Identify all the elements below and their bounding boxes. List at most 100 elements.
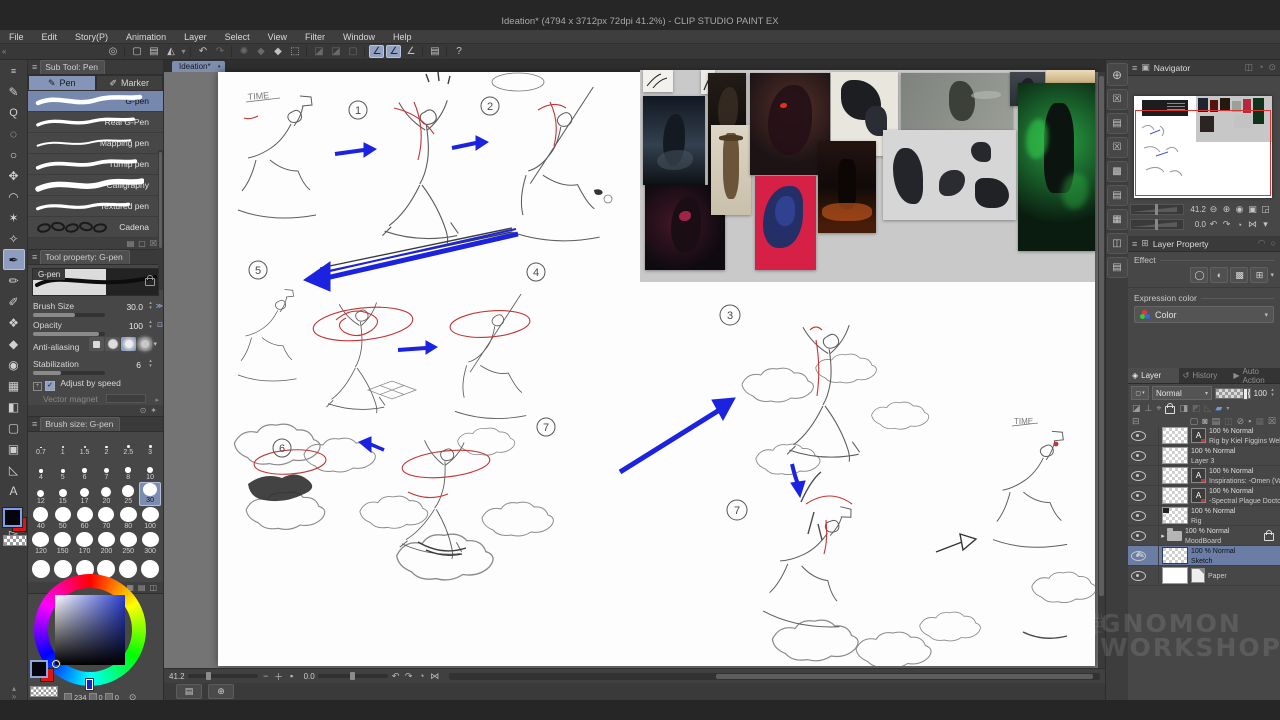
rotate-reset-icon[interactable]: ◔	[417, 671, 427, 681]
panel-menu-icon[interactable]: ≡	[32, 252, 37, 262]
canvas-horizontal-scrollbar[interactable]	[449, 673, 1100, 680]
pen-tool-icon[interactable]: ✒	[3, 249, 25, 270]
undo-icon[interactable]: ↶	[195, 45, 210, 58]
text-tool-icon[interactable]: A	[3, 480, 25, 501]
brush-item-cadena[interactable]: Cadena	[28, 217, 163, 238]
frame-tool-icon[interactable]: ▣	[3, 438, 25, 459]
tab-close-icon[interactable]: •	[218, 62, 221, 71]
vector-magnet-expand-icon[interactable]: ▸	[155, 396, 159, 404]
brush-size-cell[interactable]: 200	[96, 532, 118, 556]
sv-indicator[interactable]	[52, 660, 60, 668]
brush-size-cell[interactable]: 2.5	[117, 433, 139, 457]
blend-mode-dropdown[interactable]: Normal ▾	[1152, 386, 1212, 400]
canvas-zoom-slider[interactable]	[188, 674, 258, 678]
layer-property-header[interactable]: ≡ ⊞ Layer Property ◠ ○	[1128, 236, 1280, 252]
menu-story[interactable]: Story(P)	[66, 30, 117, 44]
brush-size-cell[interactable]: 300	[139, 532, 161, 556]
nav-flip-h-icon[interactable]: ⋈	[1247, 219, 1258, 230]
fill-tool-icon[interactable]: ▦	[3, 375, 25, 396]
blend-tool-icon[interactable]: ◉	[3, 354, 25, 375]
search-layer-tab-icon[interactable]: ○	[1271, 238, 1276, 249]
menu-layer[interactable]: Layer	[175, 30, 216, 44]
layer-color-dropdown-icon[interactable]: ▾	[1226, 405, 1229, 412]
deselect-icon[interactable]: ◆	[270, 45, 285, 58]
blend-thumbnail-dropdown[interactable]: ▢▾	[1131, 386, 1149, 400]
ruler-range-icon[interactable]: ◺	[1204, 403, 1211, 414]
layer-row-rig-text[interactable]: A 100 % NormalRig by Kiel Figgins Websit…	[1128, 426, 1280, 446]
transparent-swatch[interactable]	[30, 686, 58, 697]
transparent-color-swatch[interactable]	[3, 535, 27, 546]
pencil-tool-icon[interactable]: ✏	[3, 270, 25, 291]
panel-menu-icon[interactable]: ≡	[1132, 63, 1137, 73]
brush-size-cell[interactable]: 1.5	[74, 433, 96, 457]
navigator-view-rect[interactable]	[1135, 110, 1271, 196]
visibility-eye-icon[interactable]	[1131, 471, 1146, 481]
layer-row-rig[interactable]: 100 % NormalRig	[1128, 506, 1280, 526]
brush-item-gpen[interactable]: G-pen	[28, 91, 163, 112]
brush-size-cell[interactable]: 100	[139, 507, 161, 531]
figure-tool-icon[interactable]: ▢	[3, 417, 25, 438]
target-icon[interactable]: ⊙	[140, 406, 147, 415]
save-export-icon[interactable]: ◭	[163, 45, 178, 58]
brush-size-cell[interactable]: 2	[96, 433, 118, 457]
brush-size-cell[interactable]: 60	[74, 507, 96, 531]
layer-opacity-slider[interactable]	[1215, 388, 1251, 399]
brush-size-cell[interactable]: 17	[74, 482, 96, 506]
clip-at-layer-icon[interactable]: ◪	[1132, 403, 1141, 414]
nav-rotate-right-icon[interactable]: ↷	[1221, 219, 1232, 230]
sketch-artwork[interactable]: 1 2 5 4 6 7 3 7 TIME TIME	[218, 72, 1095, 666]
opacity-stepper[interactable]: ▴▾	[1268, 388, 1277, 399]
nav-zoom-out-icon[interactable]: ⊖	[1208, 204, 1219, 215]
opacity-stepper[interactable]: ▴▾	[146, 320, 155, 331]
brush-size-cell[interactable]: 70	[96, 507, 118, 531]
subtool-panel-header[interactable]: ≡ Sub Tool: Pen	[28, 60, 163, 75]
panel-menu-icon[interactable]: ≡	[32, 62, 37, 72]
tool-property-header[interactable]: ≡ Tool property: G-pen	[28, 250, 163, 265]
nav-zoom-100-icon[interactable]: ◉	[1234, 204, 1245, 215]
layer-row-layer3[interactable]: 100 % NormalLayer 3	[1128, 446, 1280, 466]
main-color-swatch[interactable]	[30, 660, 48, 678]
menu-animation[interactable]: Animation	[117, 30, 175, 44]
visibility-eye-icon[interactable]	[1131, 571, 1146, 581]
tab-marker[interactable]: ✐ Marker	[96, 75, 164, 91]
toolbar-menu-icon[interactable]: ≡	[3, 60, 25, 81]
document-tab[interactable]: Ideation* •	[172, 61, 225, 72]
adjust-by-speed-checkbox[interactable]: ✓	[45, 381, 55, 391]
lock-layer-icon[interactable]	[1165, 404, 1175, 414]
aa-middle-button[interactable]	[121, 337, 136, 351]
zoom-tool-icon[interactable]: Q	[3, 102, 25, 123]
brush-size-slider[interactable]	[33, 313, 105, 317]
border-select-icon[interactable]: ▢	[345, 45, 360, 58]
material-extra-icon[interactable]: ▤	[1107, 257, 1128, 278]
brush-item-real-gpen[interactable]: Real G-Pen	[28, 112, 163, 133]
brush-item-mapping-pen[interactable]: Mapping pen	[28, 133, 163, 154]
tab-history[interactable]: ↺ History	[1179, 368, 1230, 383]
brush-item-textured-pen[interactable]: Textured pen	[28, 196, 163, 217]
visibility-eye-icon[interactable]	[1131, 491, 1146, 501]
drawing-canvas[interactable]: 1 2 5 4 6 7 3 7 TIME TIME	[218, 72, 1095, 666]
brush-size-cell[interactable]: 40	[30, 507, 52, 531]
opacity-slider[interactable]	[33, 332, 105, 336]
export-dropdown-icon[interactable]: ▾	[181, 47, 185, 56]
aa-strong-button[interactable]	[137, 337, 152, 351]
menu-view[interactable]: View	[259, 30, 296, 44]
tab-layer[interactable]: ◈ Layer	[1128, 368, 1179, 383]
zoom-fit-icon[interactable]: ▪	[287, 671, 297, 681]
layer-row-paper[interactable]: Paper	[1128, 566, 1280, 586]
rotate-left-icon[interactable]: ↶	[391, 671, 401, 682]
brush-size-value[interactable]: 30.0	[126, 302, 143, 312]
vector-magnet-segment[interactable]	[106, 394, 146, 403]
eraser-tool-icon[interactable]: ◆	[3, 333, 25, 354]
visibility-eye-icon[interactable]	[1131, 431, 1146, 441]
material-pose-icon[interactable]: ▦	[1107, 209, 1128, 230]
material-color-pattern-icon[interactable]: ☒	[1107, 89, 1128, 110]
lock-icon[interactable]	[145, 278, 155, 286]
brush-size-cell[interactable]: 7	[96, 458, 118, 482]
help-icon[interactable]: ?	[451, 45, 466, 58]
ruler-guide-icon[interactable]: ▤	[427, 45, 442, 58]
halftone-effect-icon[interactable]: ▩	[1230, 267, 1248, 283]
layer-color-icon[interactable]: ▰	[1215, 403, 1222, 414]
brush-item-calligraphy[interactable]: Calligraphy	[28, 175, 163, 196]
brush-size-cell[interactable]: 80	[117, 507, 139, 531]
menu-select[interactable]: Select	[216, 30, 259, 44]
